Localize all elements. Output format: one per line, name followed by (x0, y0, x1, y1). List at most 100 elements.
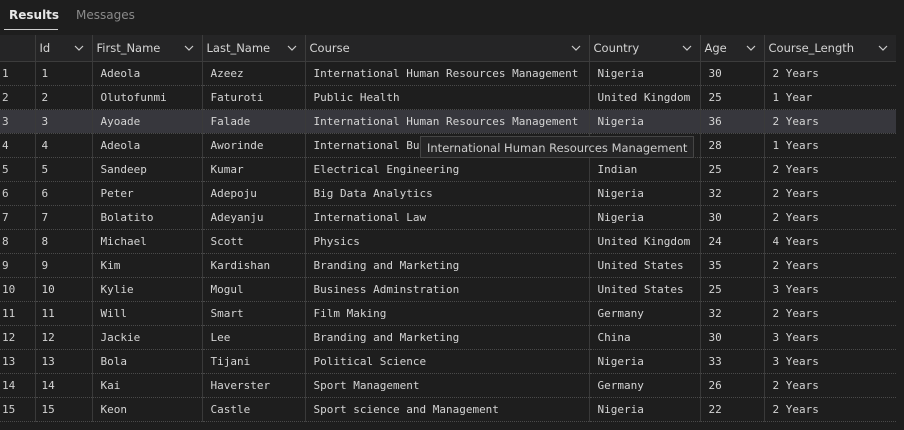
id-cell[interactable]: 10 (35, 277, 93, 302)
row-number-cell[interactable]: 4 (0, 133, 36, 158)
course-length-cell[interactable]: 1 Year (764, 85, 897, 110)
table-row[interactable]: 12 12 Jackie Lee Branding and Marketing China… (0, 325, 897, 350)
course-cell[interactable]: Branding and Marketing (305, 253, 590, 278)
course-cell[interactable]: Public Health (305, 85, 590, 110)
first-name-cell[interactable]: Bolatito (92, 205, 203, 230)
course-length-cell[interactable]: 2 Years (764, 157, 897, 182)
country-cell[interactable]: Nigeria (589, 397, 701, 422)
course-cell[interactable]: Political Science (305, 349, 590, 374)
age-cell[interactable]: 22 (700, 397, 765, 422)
table-row[interactable]: 9 9 Kim Kardishan Branding and Marketing Unit… (0, 253, 897, 278)
course-length-cell[interactable]: 4 Years (764, 229, 897, 254)
last-name-cell[interactable]: Kumar (202, 157, 306, 182)
age-cell[interactable]: 32 (700, 301, 765, 326)
table-row[interactable]: 3 3 Ayoade Falade International Human Resour… (0, 109, 897, 134)
age-cell[interactable]: 25 (700, 85, 765, 110)
age-cell[interactable]: 25 (700, 277, 765, 302)
chevron-down-icon[interactable] (746, 43, 756, 53)
country-cell[interactable]: Germany (589, 301, 701, 326)
table-row[interactable]: 8 8 Michael Scott Physics United Kingdom 24 4 Y… (0, 229, 897, 254)
table-row[interactable]: 10 10 Kylie Mogul Business Adminstration Unit… (0, 277, 897, 302)
first-name-cell[interactable]: Kylie (92, 277, 203, 302)
column-header-course[interactable]: Course (305, 35, 590, 62)
last-name-cell[interactable]: Haverster (202, 373, 306, 398)
row-number-cell[interactable]: 7 (0, 205, 36, 230)
first-name-cell[interactable]: Peter (92, 181, 203, 206)
chevron-down-icon[interactable] (287, 43, 297, 53)
vertical-scrollbar[interactable] (896, 35, 904, 430)
country-cell[interactable]: Nigeria (589, 349, 701, 374)
first-name-cell[interactable]: Will (92, 301, 203, 326)
row-number-cell[interactable]: 14 (0, 373, 36, 398)
course-cell[interactable]: Film Making (305, 301, 590, 326)
course-cell[interactable]: Sport science and Management (305, 397, 590, 422)
column-header-rownum[interactable] (0, 35, 36, 62)
id-cell[interactable]: 11 (35, 301, 93, 326)
age-cell[interactable]: 33 (700, 349, 765, 374)
course-length-cell[interactable]: 2 Years (764, 301, 897, 326)
table-row[interactable]: 14 14 Kai Haverster Sport Management Germany 2… (0, 373, 897, 398)
last-name-cell[interactable]: Azeez (202, 61, 306, 86)
age-cell[interactable]: 30 (700, 61, 765, 86)
first-name-cell[interactable]: Jackie (92, 325, 203, 350)
last-name-cell[interactable]: Castle (202, 397, 306, 422)
last-name-cell[interactable]: Mogul (202, 277, 306, 302)
row-number-cell[interactable]: 10 (0, 277, 36, 302)
column-header-country[interactable]: Country (589, 35, 701, 62)
table-row[interactable]: 2 2 Olutofunmi Faturoti Public Health United … (0, 85, 897, 110)
course-cell[interactable]: Physics (305, 229, 590, 254)
id-cell[interactable]: 7 (35, 205, 93, 230)
row-number-cell[interactable]: 12 (0, 325, 36, 350)
course-length-cell[interactable]: 2 Years (764, 109, 897, 134)
id-cell[interactable]: 13 (35, 349, 93, 374)
country-cell[interactable]: United Kingdom (589, 85, 701, 110)
course-cell[interactable]: International Human Resources Management (305, 109, 590, 134)
column-header-age[interactable]: Age (700, 35, 765, 62)
course-cell[interactable]: Sport Management (305, 373, 590, 398)
country-cell[interactable]: Germany (589, 373, 701, 398)
country-cell[interactable]: Nigeria (589, 205, 701, 230)
first-name-cell[interactable]: Olutofunmi (92, 85, 203, 110)
last-name-cell[interactable]: Tijani (202, 349, 306, 374)
row-number-cell[interactable]: 3 (0, 109, 36, 134)
age-cell[interactable]: 24 (700, 229, 765, 254)
tab-messages[interactable]: Messages (76, 8, 135, 22)
column-header-last-name[interactable]: Last_Name (202, 35, 306, 62)
id-cell[interactable]: 8 (35, 229, 93, 254)
last-name-cell[interactable]: Smart (202, 301, 306, 326)
course-cell[interactable]: Business Adminstration (305, 277, 590, 302)
tab-results[interactable]: Results (9, 8, 59, 22)
id-cell[interactable]: 1 (35, 61, 93, 86)
row-number-cell[interactable]: 5 (0, 157, 36, 182)
last-name-cell[interactable]: Adeyanju (202, 205, 306, 230)
country-cell[interactable]: China (589, 325, 701, 350)
age-cell[interactable]: 30 (700, 205, 765, 230)
age-cell[interactable]: 30 (700, 325, 765, 350)
course-length-cell[interactable]: 3 Years (764, 325, 897, 350)
column-header-course-length[interactable]: Course_Length (764, 35, 897, 62)
course-length-cell[interactable]: 2 Years (764, 205, 897, 230)
age-cell[interactable]: 36 (700, 109, 765, 134)
id-cell[interactable]: 14 (35, 373, 93, 398)
table-row[interactable]: 5 5 Sandeep Kumar Electrical Engineering Indi… (0, 157, 897, 182)
first-name-cell[interactable]: Bola (92, 349, 203, 374)
course-length-cell[interactable]: 2 Years (764, 181, 897, 206)
id-cell[interactable]: 15 (35, 397, 93, 422)
age-cell[interactable]: 28 (700, 133, 765, 158)
row-number-cell[interactable]: 9 (0, 253, 36, 278)
chevron-down-icon[interactable] (74, 43, 84, 53)
table-row[interactable]: 1 1 Adeola Azeez International Human Resourc… (0, 61, 897, 86)
course-length-cell[interactable]: 3 Years (764, 349, 897, 374)
first-name-cell[interactable]: Kai (92, 373, 203, 398)
chevron-down-icon[interactable] (878, 43, 888, 53)
first-name-cell[interactable]: Adeola (92, 61, 203, 86)
table-row[interactable]: 15 15 Keon Castle Sport science and Manageme… (0, 397, 897, 422)
country-cell[interactable]: United States (589, 253, 701, 278)
last-name-cell[interactable]: Scott (202, 229, 306, 254)
id-cell[interactable]: 4 (35, 133, 93, 158)
row-number-cell[interactable]: 2 (0, 85, 36, 110)
last-name-cell[interactable]: Aworinde (202, 133, 306, 158)
row-number-cell[interactable]: 15 (0, 397, 36, 422)
table-row[interactable]: 11 11 Will Smart Film Making Germany 32 2 Years (0, 301, 897, 326)
course-length-cell[interactable]: 2 Years (764, 397, 897, 422)
